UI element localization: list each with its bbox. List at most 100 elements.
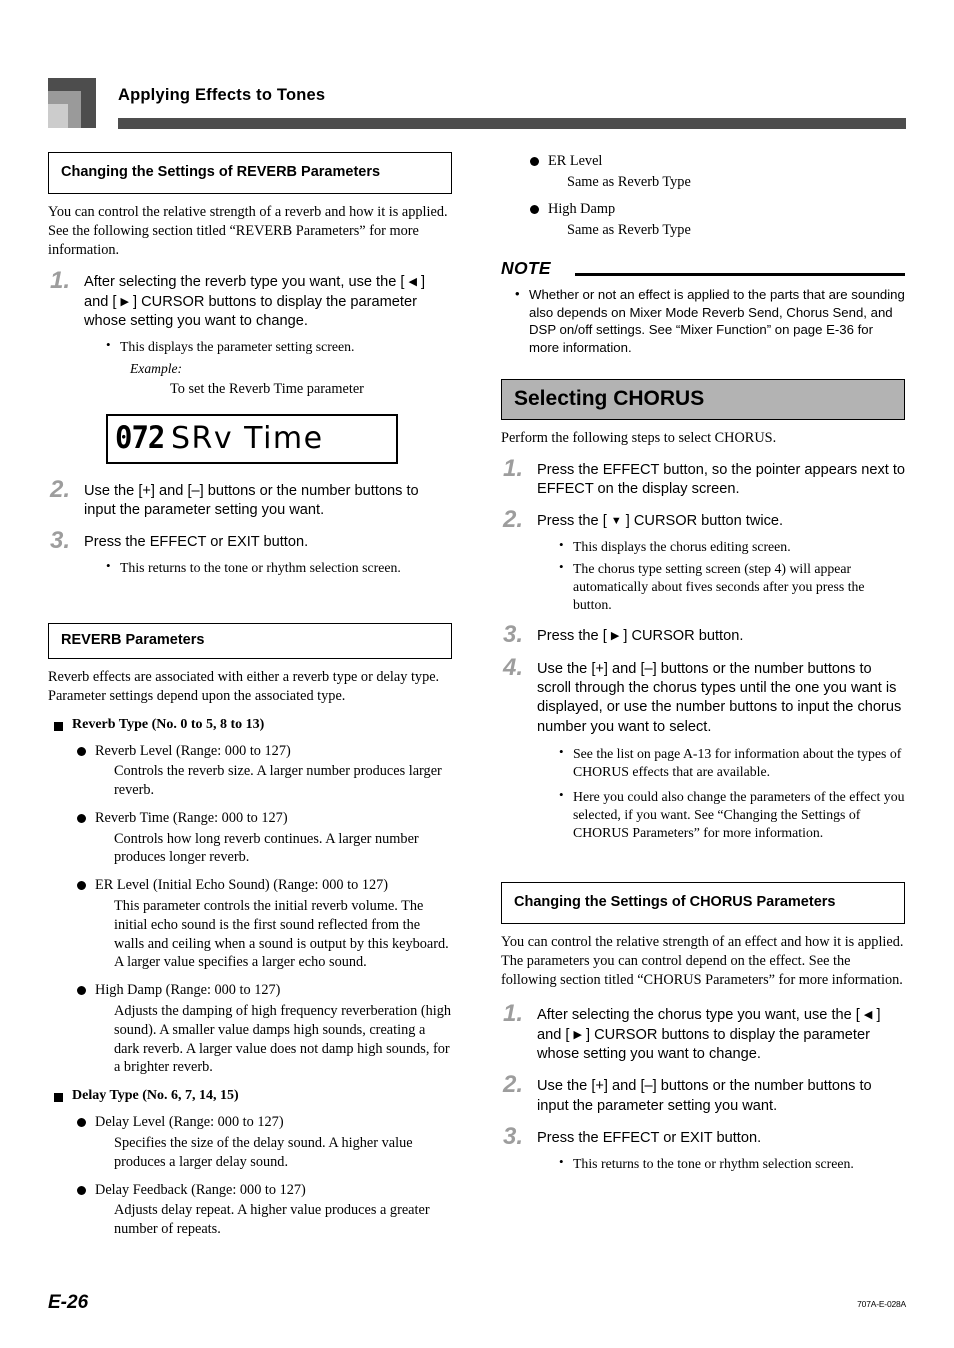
step-number: 2. [50, 475, 71, 503]
param-name: Reverb Time (Range: 000 to 127) [48, 809, 452, 828]
step-bullets: This returns to the tone or rhythm selec… [84, 558, 452, 577]
left-column: Changing the Settings of REVERB Paramete… [48, 152, 452, 1239]
bullet-item: Here you could also change the parameter… [559, 787, 905, 842]
lcd-parameter-text: SRv Time [171, 420, 324, 456]
step-text-part-a: After selecting the chorus type you want… [537, 1007, 864, 1024]
step-text: After selecting the chorus type you want… [537, 1006, 905, 1064]
step-chorus-settings-1: 1. After selecting the chorus type you w… [501, 1002, 905, 1064]
bullet-item: This displays the chorus editing screen. [559, 537, 905, 556]
group-title-delay-type: Delay Type (No. 6, 7, 14, 15) [48, 1088, 452, 1104]
param-desc: Same as Reverb Type [567, 173, 691, 190]
step-text: Press the EFFECT or EXIT button. [84, 534, 309, 551]
note-rule [575, 273, 905, 276]
page-header: Applying Effects to Tones [48, 78, 906, 134]
step-text: After selecting the reverb type you want… [84, 273, 452, 331]
step-chorus-3: 3. Press the [ ▶ ] CURSOR button. [501, 622, 905, 647]
cursor-right-arrow-icon: ▶ [120, 295, 129, 308]
step-number: 1. [503, 454, 524, 482]
section-heading-reverb-parameters: REVERB Parameters [48, 622, 452, 659]
param-name: High Damp (Range: 000 to 127) [48, 981, 452, 1000]
step-number: 3. [503, 620, 524, 648]
bullet-item: This returns to the tone or rhythm selec… [559, 1154, 905, 1173]
step-bullets: See the list on page A-13 for informatio… [537, 744, 905, 842]
section-heading-chorus-settings: Changing the Settings of CHORUS Paramete… [501, 881, 905, 925]
param-desc: Adjusts delay repeat. A higher value pro… [114, 1202, 430, 1238]
step-chorus-settings-3: 3. Press the EFFECT or EXIT button. This… [501, 1125, 905, 1173]
header-rule [118, 118, 906, 129]
step-reverb-3: 3. Press the EFFECT or EXIT button. This… [48, 529, 452, 577]
page-title: Applying Effects to Tones [118, 86, 326, 104]
step-text: Use the [+] and [–] buttons or the numbe… [537, 660, 902, 735]
param-name: Reverb Level (Range: 000 to 127) [48, 742, 452, 761]
step-number: 3. [50, 527, 71, 555]
footer-document-code: 707A-E-028A [857, 1299, 906, 1309]
step-number: 2. [503, 1071, 524, 1099]
bullet-item: The chorus type setting screen (step 4) … [559, 559, 905, 614]
step-reverb-2: 2. Use the [+] and [–] buttons or the nu… [48, 477, 452, 521]
bullet-item: See the list on page A-13 for informatio… [559, 744, 905, 781]
corner-logo-icon [48, 78, 106, 128]
step-text: Press the EFFECT button, so the pointer … [537, 461, 906, 498]
param-desc: This parameter controls the initial reve… [114, 897, 449, 971]
bullet-item: This displays the parameter setting scre… [106, 337, 452, 356]
chorus-intro-paragraph: Perform the following steps to select CH… [501, 429, 777, 446]
reverb-parameters-intro: Reverb effects are associated with eithe… [48, 668, 440, 704]
param-desc: Same as Reverb Type [567, 222, 691, 239]
step-text-part-c: ] CURSOR buttons to display the paramete… [84, 293, 417, 330]
bullet-item: Whether or not an effect is applied to t… [515, 285, 905, 357]
param-name: Delay Feedback (Range: 000 to 127) [48, 1181, 452, 1200]
step-number: 4. [503, 653, 524, 681]
param-name: Delay Level (Range: 000 to 127) [48, 1113, 452, 1132]
right-column: ER Level Same as Reverb Type High Damp S… [501, 152, 905, 1173]
step-text-part-b: ] CURSOR button twice. [621, 513, 784, 530]
step-text-part-b: ] CURSOR button. [619, 627, 744, 644]
note-header: NOTE [501, 258, 905, 280]
step-text: Press the [ ▼ ] CURSOR button twice. [537, 512, 905, 531]
example-text: To set the Reverb Time parameter [170, 380, 364, 397]
step-reverb-1: 1. After selecting the reverb type you w… [48, 269, 452, 397]
example-label: Example: [130, 360, 183, 376]
param-desc: Adjusts the damping of high frequency re… [114, 1002, 452, 1076]
step-chorus-2: 2. Press the [ ▼ ] CURSOR button twice. … [501, 508, 905, 614]
step-bullets: This displays the parameter setting scre… [84, 337, 452, 356]
lcd-digits: 072 [114, 420, 165, 457]
note-bullets: Whether or not an effect is applied to t… [501, 285, 905, 357]
footer-page-number: E-26 [48, 1292, 89, 1313]
reverb-intro-paragraph: You can control the relative strength of… [48, 204, 448, 259]
cursor-right-arrow-icon: ▶ [573, 1028, 582, 1041]
step-text-part-a: Press the [ [537, 627, 611, 644]
cursor-down-arrow-icon: ▼ [610, 515, 622, 528]
bullet-item: This returns to the tone or rhythm selec… [106, 558, 452, 577]
step-number: 2. [503, 506, 524, 534]
param-name: ER Level (Initial Echo Sound) (Range: 00… [48, 876, 452, 895]
param-name: High Damp [501, 200, 905, 219]
param-name: ER Level [501, 152, 905, 171]
step-chorus-1: 1. Press the EFFECT button, so the point… [501, 456, 906, 500]
param-desc: Specifies the size of the delay sound. A… [114, 1134, 413, 1170]
step-number: 1. [50, 267, 71, 295]
param-desc: Controls how long reverb continues. A la… [114, 830, 419, 866]
step-chorus-settings-2: 2. Use the [+] and [–] buttons or the nu… [501, 1073, 905, 1116]
step-bullets: This displays the chorus editing screen.… [537, 537, 905, 614]
note-label: NOTE [501, 257, 551, 278]
section-heading-reverb-settings: Changing the Settings of REVERB Paramete… [48, 152, 452, 195]
group-title-reverb-type: Reverb Type (No. 0 to 5, 8 to 13) [48, 717, 452, 733]
step-text-part-a: After selecting the reverb type you want… [84, 274, 409, 291]
logo-square-light [48, 104, 68, 128]
step-chorus-4: 4. Use the [+] and [–] buttons or the nu… [501, 655, 905, 842]
param-desc: Controls the reverb size. A larger numbe… [114, 763, 442, 799]
step-bullets: This returns to the tone or rhythm selec… [537, 1154, 905, 1173]
step-text: Press the EFFECT or EXIT button. [537, 1130, 762, 1147]
cursor-right-arrow-icon: ▶ [610, 629, 620, 642]
cursor-left-arrow-icon: ◀ [408, 276, 417, 289]
lcd-display-figure: 072 SRv Time [106, 413, 398, 464]
section-banner-selecting-chorus: Selecting CHORUS [501, 378, 905, 420]
step-text: Use the [+] and [–] buttons or the numbe… [84, 482, 419, 519]
step-number: 1. [503, 1000, 524, 1028]
step-text: Press the [ ▶ ] CURSOR button. [537, 627, 905, 646]
chorus-settings-intro: You can control the relative strength of… [501, 934, 904, 989]
step-text: Use the [+] and [–] buttons or the numbe… [537, 1078, 872, 1114]
note-block: NOTE Whether or not an effect is applied… [501, 258, 905, 357]
step-number: 3. [503, 1123, 524, 1151]
step-text-part-a: Press the [ [537, 513, 611, 530]
